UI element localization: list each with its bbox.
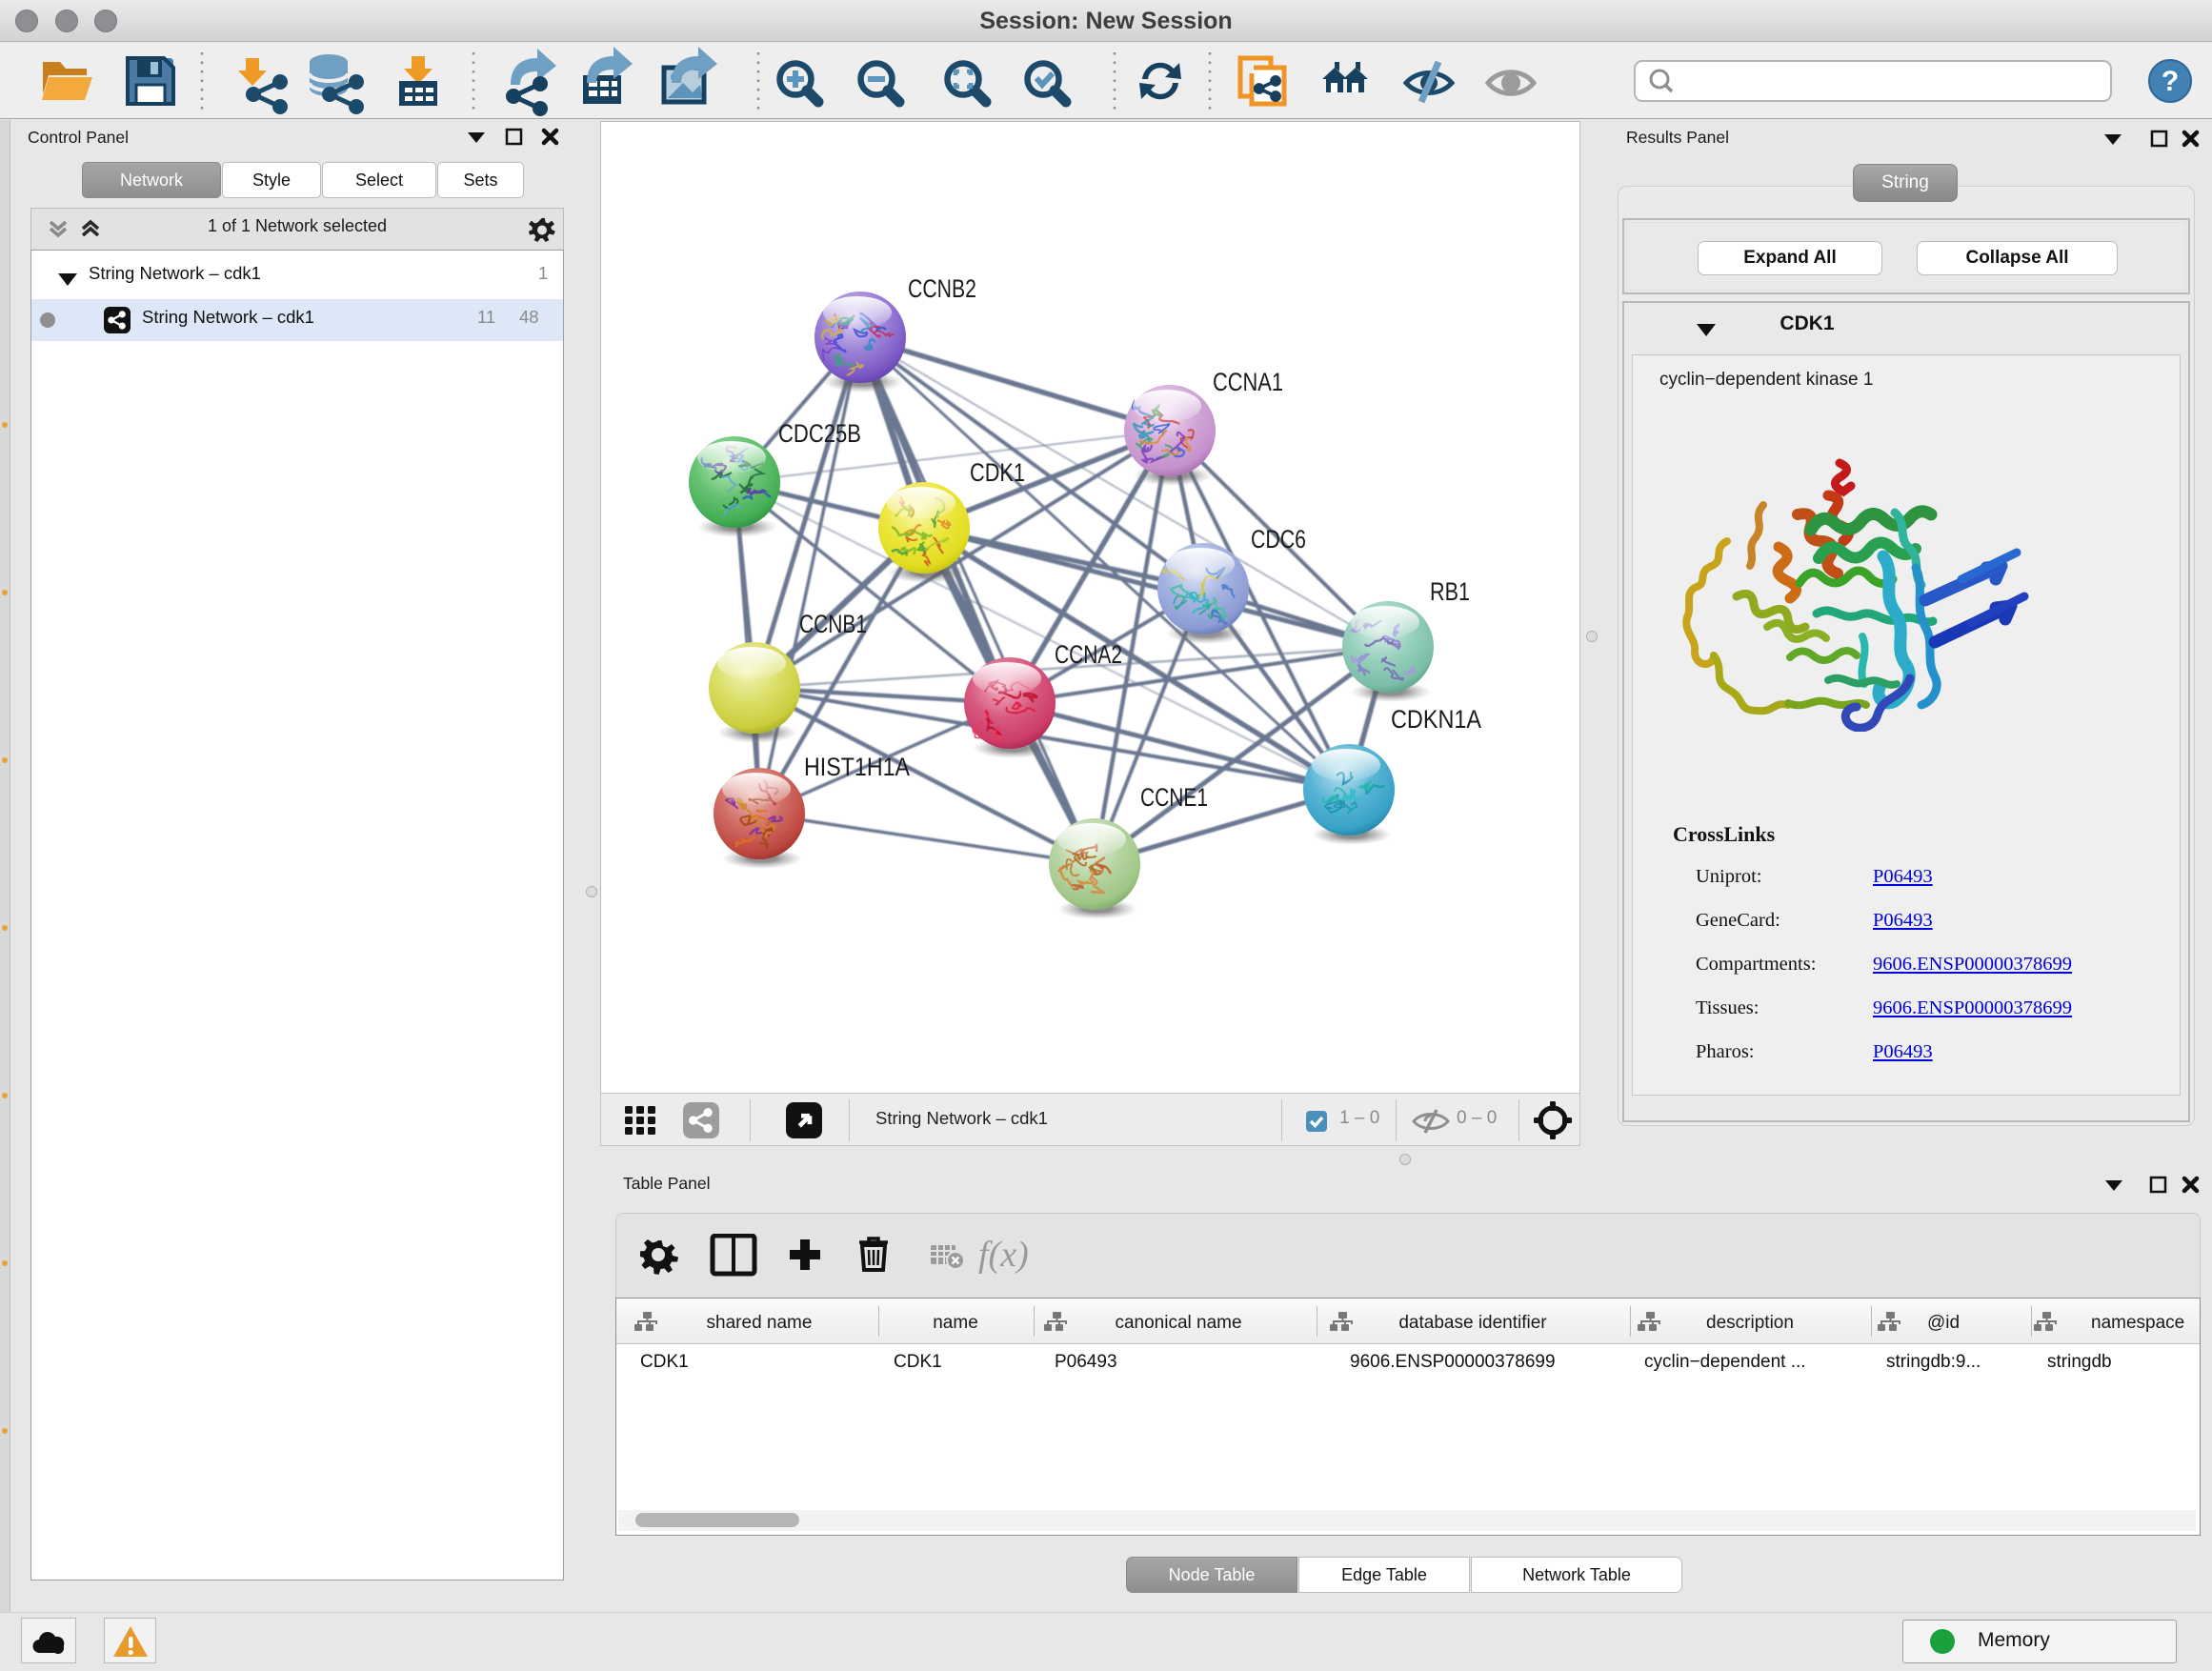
svg-text:description: description [1706, 1313, 1794, 1333]
svg-text:shared name: shared name [707, 1313, 813, 1333]
svg-text:CCNA1: CCNA1 [1213, 368, 1283, 396]
svg-text:CCNB1: CCNB1 [799, 610, 867, 638]
svg-text:name: name [933, 1313, 978, 1333]
svg-text:f(x): f(x) [978, 1235, 1029, 1275]
svg-text:CCNE1: CCNE1 [1140, 783, 1208, 812]
svg-text:RB1: RB1 [1430, 577, 1470, 606]
svg-text:HIST1H1A: HIST1H1A [804, 753, 910, 781]
svg-text:namespace: namespace [2091, 1313, 2184, 1333]
svg-text:@id: @id [1927, 1313, 1960, 1333]
svg-text:?: ? [2162, 66, 2179, 97]
svg-text:CCNB2: CCNB2 [908, 274, 976, 303]
svg-text:database identifier: database identifier [1398, 1313, 1547, 1333]
svg-text:CDK1: CDK1 [970, 458, 1025, 487]
svg-text:CDC6: CDC6 [1251, 525, 1306, 554]
svg-text:canonical name: canonical name [1115, 1313, 1241, 1333]
svg-text:CCNA2: CCNA2 [1055, 640, 1122, 669]
svg-text:CDKN1A: CDKN1A [1391, 705, 1481, 734]
svg-text:CDC25B: CDC25B [778, 419, 861, 448]
